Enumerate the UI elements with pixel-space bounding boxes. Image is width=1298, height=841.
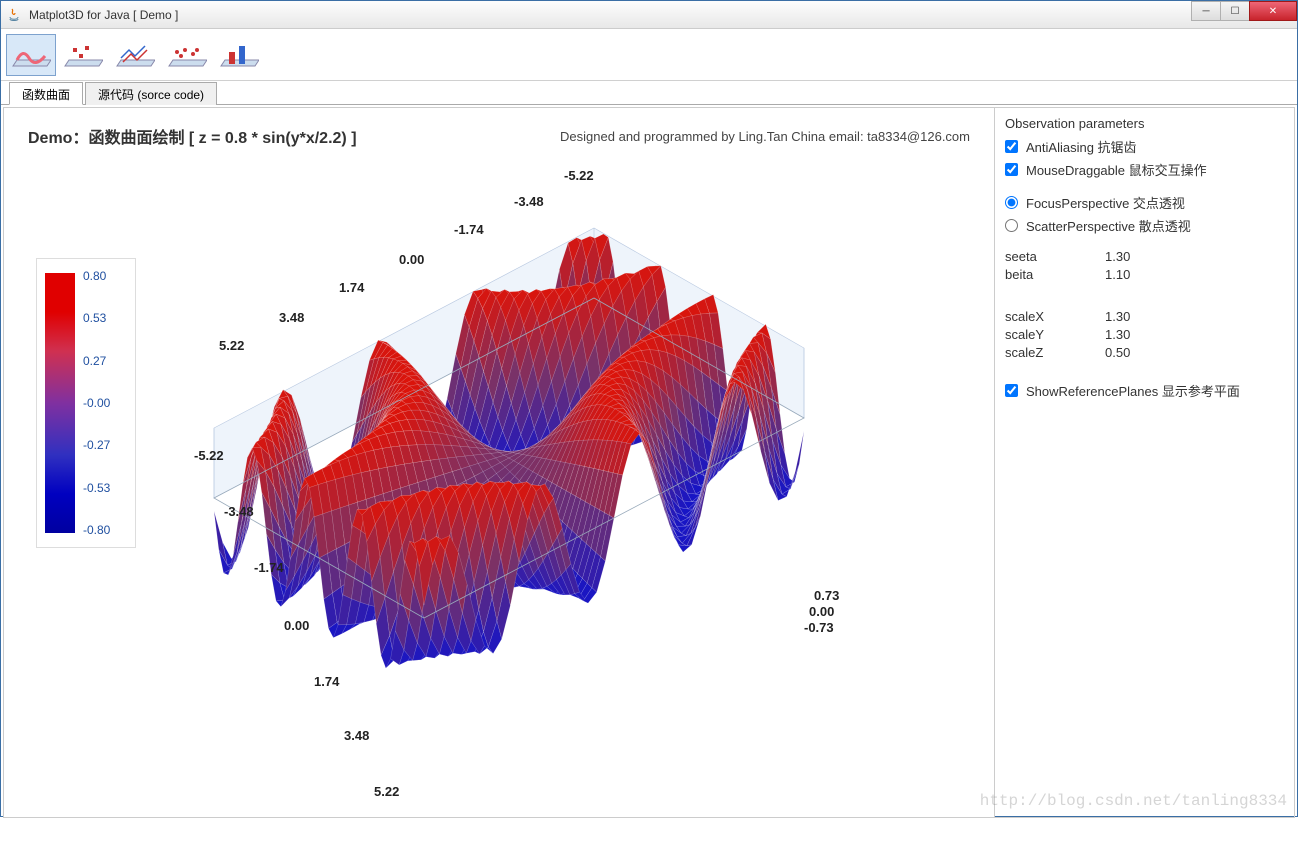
titlebar[interactable]: Matplot3D for Java [ Demo ] ─ ☐ ✕ [1,1,1297,29]
java-icon [7,7,23,23]
axis-tick: -1.74 [254,560,284,575]
colorbar-tick: -0.80 [83,523,110,537]
axis-tick: 5.22 [374,784,399,799]
colorbar-labels: 0.80 0.53 0.27 -0.00 -0.27 -0.53 -0.80 [75,259,110,547]
window-buttons: ─ ☐ ✕ [1192,1,1297,21]
axis-tick: 3.48 [344,728,369,743]
side-panel-title: Observation parameters [1005,116,1284,131]
colorbar-tick: -0.00 [83,396,110,410]
window-title: Matplot3D for Java [ Demo ] [29,8,178,22]
scatter-cube-icon [63,40,103,70]
toolbar-scatter-flat-button[interactable] [162,34,212,76]
param-row: seeta 1.30 [1005,249,1284,264]
axis-tick: 3.48 [279,310,304,325]
focus-perspective-input[interactable] [1005,196,1018,209]
close-button[interactable]: ✕ [1249,1,1297,21]
toolbar-scatter-cube-button[interactable] [58,34,108,76]
colorbar-tick: 0.80 [83,269,110,283]
axis-tick: 0.00 [809,604,834,619]
antialiasing-input[interactable] [1005,140,1018,153]
axis-tick: -0.73 [804,620,834,635]
content-area: Demo：函数曲面绘制 [ z = 0.8 * sin(y*x/2.2) ] D… [3,107,1295,818]
axis-tick: 0.00 [399,252,424,267]
toolbar [1,29,1297,81]
param-value: 1.30 [1105,327,1165,342]
param-row: scaleX 1.30 [1005,309,1284,324]
bar-3d-icon [219,40,259,70]
colorbar-tick: 0.27 [83,354,110,368]
param-row: scaleY 1.30 [1005,327,1284,342]
side-panel: Observation parameters AntiAliasing 抗锯齿 … [994,108,1294,817]
axis-tick: -1.74 [454,222,484,237]
chart-title: Demo：函数曲面绘制 [ z = 0.8 * sin(y*x/2.2) ] [28,124,357,148]
axis-tick: 1.74 [339,280,364,295]
param-row: beita 1.10 [1005,267,1284,282]
angle-params: seeta 1.30 beita 1.10 [1005,249,1284,282]
chart-credit: Designed and programmed by Ling.Tan Chin… [560,129,970,144]
axis-tick: -3.48 [224,504,254,519]
app-window: Matplot3D for Java [ Demo ] ─ ☐ ✕ 函数曲面 源… [0,0,1298,817]
colorbar-tick: 0.53 [83,311,110,325]
show-reference-planes-checkbox[interactable]: ShowReferencePlanes 显示参考平面 [1005,381,1284,400]
param-label: beita [1005,267,1105,282]
param-label: scaleY [1005,327,1105,342]
toolbar-surface-button[interactable] [6,34,56,76]
watermark: http://blog.csdn.net/tanling8334 [980,792,1287,810]
param-value: 0.50 [1105,345,1165,360]
colorbar-tick: -0.53 [83,481,110,495]
chart-panel[interactable]: Demo：函数曲面绘制 [ z = 0.8 * sin(y*x/2.2) ] D… [4,108,994,817]
toolbar-line3d-button[interactable] [110,34,160,76]
focus-perspective-radio[interactable]: FocusPerspective 交点透视 [1005,193,1284,212]
scatter-flat-icon [167,40,207,70]
scatter-perspective-label: ScatterPerspective 散点透视 [1026,216,1191,235]
axis-tick: -3.48 [514,194,544,209]
axis-tick: 0.73 [814,588,839,603]
show-reference-planes-label: ShowReferencePlanes 显示参考平面 [1026,381,1240,400]
param-value: 1.10 [1105,267,1165,282]
scale-params: scaleX 1.30 scaleY 1.30 scaleZ 0.50 [1005,309,1284,360]
maximize-button[interactable]: ☐ [1220,1,1250,21]
line-3d-icon [115,40,155,70]
mousedrag-checkbox[interactable]: MouseDraggable 鼠标交互操作 [1005,160,1284,179]
colorbar: 0.80 0.53 0.27 -0.00 -0.27 -0.53 -0.80 [36,258,136,548]
scatter-perspective-radio[interactable]: ScatterPerspective 散点透视 [1005,216,1284,235]
surface-svg [154,158,974,838]
param-value: 1.30 [1105,309,1165,324]
tab-bar: 函数曲面 源代码 (sorce code) [1,81,1297,105]
surface-wave-icon [11,40,51,70]
axis-tick: 1.74 [314,674,339,689]
tab-source-code[interactable]: 源代码 (sorce code) [85,82,217,105]
axis-tick: 0.00 [284,618,309,633]
param-row: scaleZ 0.50 [1005,345,1284,360]
axis-tick: -5.22 [194,448,224,463]
scatter-perspective-input[interactable] [1005,219,1018,232]
mousedrag-input[interactable] [1005,163,1018,176]
colorbar-gradient [45,273,75,533]
toolbar-bar3d-button[interactable] [214,34,264,76]
tab-surface[interactable]: 函数曲面 [9,82,83,105]
perspective-radio-group: FocusPerspective 交点透视 ScatterPerspective… [1005,193,1284,235]
param-label: scaleZ [1005,345,1105,360]
chart-header: Demo：函数曲面绘制 [ z = 0.8 * sin(y*x/2.2) ] D… [14,118,984,154]
mousedrag-label: MouseDraggable 鼠标交互操作 [1026,160,1207,179]
colorbar-tick: -0.27 [83,438,110,452]
axis-tick: -5.22 [564,168,594,183]
surface-3d-plot[interactable]: -5.22 -3.48 -1.74 0.00 1.74 3.48 5.22 -5… [154,158,974,838]
antialiasing-label: AntiAliasing 抗锯齿 [1026,137,1137,156]
focus-perspective-label: FocusPerspective 交点透视 [1026,193,1185,212]
axis-tick: 5.22 [219,338,244,353]
param-label: seeta [1005,249,1105,264]
param-value: 1.30 [1105,249,1165,264]
param-label: scaleX [1005,309,1105,324]
show-reference-planes-input[interactable] [1005,384,1018,397]
minimize-button[interactable]: ─ [1191,1,1221,21]
antialiasing-checkbox[interactable]: AntiAliasing 抗锯齿 [1005,137,1284,156]
